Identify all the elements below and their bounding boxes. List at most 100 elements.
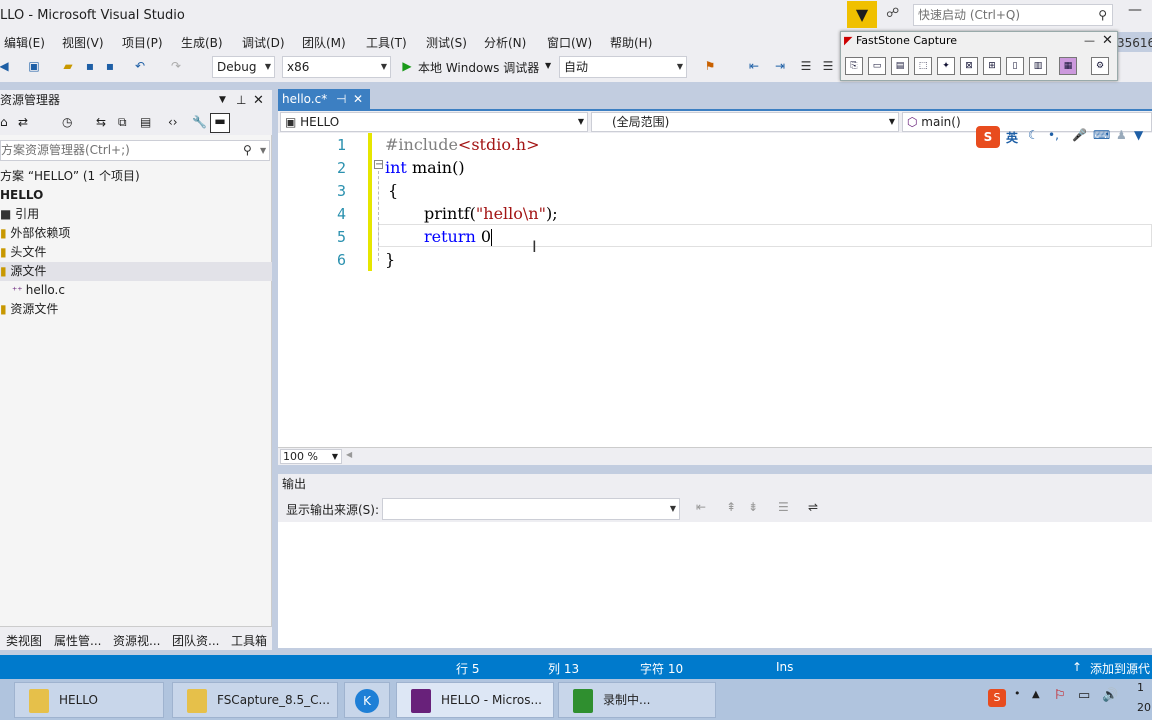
clock-time[interactable]: 1	[1137, 681, 1144, 694]
chevron-down-icon[interactable]: ▼	[260, 141, 266, 160]
chevron-down-icon[interactable]: ▼	[545, 61, 551, 70]
history-icon[interactable]: ◷	[62, 115, 72, 129]
minimize-icon[interactable]: —	[1084, 34, 1095, 47]
tree-item-solution[interactable]: 方案 “HELLO” (1 个项目)	[0, 167, 272, 186]
punctuation-icon[interactable]: •,	[1048, 128, 1059, 142]
flag-tray-icon[interactable]: ⚐	[1054, 688, 1066, 703]
pin-icon[interactable]: ⊣	[336, 89, 346, 109]
keyboard-icon[interactable]: ⌨	[1093, 128, 1110, 142]
tree-item-hello-c[interactable]: ⁺⁺ hello.c	[0, 281, 272, 300]
pin-icon[interactable]: ⊥	[236, 90, 246, 111]
menu-build[interactable]: 生成(B)	[181, 34, 223, 51]
menu-project[interactable]: 项目(P)	[122, 34, 163, 51]
tab-hello-c[interactable]: hello.c* ⊣ ✕	[278, 89, 370, 110]
open-icon[interactable]: ▰	[60, 58, 76, 74]
tab-class-view[interactable]: 类视图	[6, 632, 42, 649]
tab-properties[interactable]: 属性管...	[54, 632, 101, 649]
menu-edit[interactable]: 编辑(E)	[4, 34, 45, 51]
taskbar-item-fscapture-folder[interactable]: FSCapture_8.5_C...	[172, 682, 338, 718]
output-source-select[interactable]: ▼	[382, 498, 680, 520]
capture-scroll-icon[interactable]: ⊞	[983, 57, 1001, 75]
save-all-icon[interactable]: ▪	[102, 58, 118, 74]
taskbar-item-recorder[interactable]: 录制中...	[558, 682, 716, 718]
tree-item-external-deps[interactable]: ▮ 外部依赖项	[0, 224, 272, 243]
tab-resource-view[interactable]: 资源视...	[113, 632, 160, 649]
microphone-icon[interactable]: 🎤	[1072, 128, 1087, 142]
bookmark-icon[interactable]: ⇤	[746, 58, 762, 74]
word-wrap-icon[interactable]: ⇌	[808, 500, 818, 514]
debug-mode-select[interactable]: 自动 ▼	[559, 56, 687, 78]
close-icon[interactable]: ✕	[1102, 33, 1113, 48]
tree-item-references[interactable]: ■ 引用	[0, 205, 272, 224]
sogou-ime-icon[interactable]: S	[976, 126, 1000, 148]
uncomment-icon[interactable]: ☰	[820, 58, 836, 74]
start-debugger-button[interactable]: 本地 Windows 调试器	[418, 59, 539, 76]
user-icon[interactable]: ♟	[1116, 128, 1127, 142]
capture-open-icon[interactable]: ⎘	[845, 57, 863, 75]
collapse-icon[interactable]: ⧉	[118, 115, 127, 130]
menu-analyze[interactable]: 分析(N)	[484, 34, 526, 51]
network-icon[interactable]: ▭	[1078, 688, 1090, 703]
indent-icon[interactable]: ⇥	[772, 58, 788, 74]
sync-icon[interactable]: ⇄	[18, 115, 28, 129]
taskbar-item-visual-studio[interactable]: HELLO - Micros...	[396, 682, 554, 718]
redo-icon[interactable]: ↷	[168, 58, 184, 74]
clock-date[interactable]: 20	[1137, 701, 1151, 714]
menu-test[interactable]: 测试(S)	[426, 34, 467, 51]
chevron-down-icon[interactable]: ▼	[219, 90, 226, 111]
capture-rect-icon[interactable]: ⬚	[914, 57, 932, 75]
tab-toolbox[interactable]: 工具箱	[231, 632, 267, 649]
tab-team-explorer[interactable]: 团队资...	[172, 632, 219, 649]
properties-icon[interactable]: 🔧	[192, 115, 207, 129]
prev-message-icon[interactable]: ⇞	[726, 500, 736, 514]
taskbar-item-k-app[interactable]: K	[344, 682, 390, 718]
solution-search-input[interactable]: 方案资源管理器(Ctrl+;) ⚲ ▼	[0, 140, 270, 161]
taskbar-item-hello-folder[interactable]: HELLO	[14, 682, 164, 718]
collapse-icon[interactable]: −	[374, 160, 383, 170]
settings-icon[interactable]: ⚙	[1091, 57, 1109, 75]
tree-item-sources[interactable]: ▮ 源文件	[0, 262, 272, 281]
minimize-icon[interactable]: —	[1128, 2, 1142, 18]
platform-select[interactable]: x86 ▼	[282, 56, 391, 78]
show-all-icon[interactable]: ▤	[140, 115, 151, 129]
zoom-select[interactable]: 100 % ▼	[280, 449, 342, 464]
menu-debug[interactable]: 调试(D)	[242, 34, 285, 51]
volume-icon[interactable]: 🔊	[1102, 688, 1118, 703]
project-dropdown[interactable]: ▣ HELLO ▼	[280, 112, 588, 132]
close-icon[interactable]: ✕	[253, 90, 264, 111]
output-text-area[interactable]	[278, 522, 1152, 648]
tree-item-headers[interactable]: ▮ 头文件	[0, 243, 272, 262]
tray-dot-icon[interactable]: •	[1014, 687, 1021, 700]
notification-flag-icon[interactable]: ▼	[847, 1, 877, 28]
feedback-icon[interactable]: ☍	[886, 6, 899, 21]
ime-mode[interactable]: 英	[1006, 129, 1018, 146]
capture-fullscreen-icon[interactable]: ⊠	[960, 57, 978, 75]
moon-icon[interactable]: ☾	[1028, 128, 1039, 142]
menu-view[interactable]: 视图(V)	[62, 34, 104, 51]
refresh-icon[interactable]: ⇆	[96, 115, 106, 129]
sogou-tray-icon[interactable]: S	[988, 689, 1006, 707]
code-view-icon[interactable]: ‹›	[168, 115, 178, 129]
capture-fixed-icon[interactable]: ▯	[1006, 57, 1024, 75]
add-to-source-control-button[interactable]: 添加到源代	[1090, 660, 1150, 677]
play-icon[interactable]: ▶	[399, 58, 415, 74]
menu-tools[interactable]: 工具(T)	[366, 34, 407, 51]
next-message-icon[interactable]: ⇟	[748, 500, 758, 514]
capture-object-icon[interactable]: ▤	[891, 57, 909, 75]
menu-team[interactable]: 团队(M)	[302, 34, 346, 51]
home-icon[interactable]: ⌂	[0, 115, 8, 129]
skin-icon[interactable]: ▼	[1134, 128, 1143, 142]
comment-icon[interactable]: ☰	[798, 58, 814, 74]
menu-help[interactable]: 帮助(H)	[610, 34, 652, 51]
output-icon[interactable]: ▦	[1059, 57, 1077, 75]
capture-window-icon[interactable]: ▭	[868, 57, 886, 75]
find-message-icon[interactable]: ⇤	[696, 500, 706, 514]
capture-video-icon[interactable]: ▥	[1029, 57, 1047, 75]
menu-window[interactable]: 窗口(W)	[547, 34, 592, 51]
tray-expand-icon[interactable]: ▲	[1032, 689, 1040, 700]
save-icon[interactable]: ▪	[82, 58, 98, 74]
scroll-left-icon[interactable]: ◀	[346, 450, 352, 459]
preview-icon[interactable]: ▬	[210, 113, 230, 133]
tree-item-resources[interactable]: ▮ 资源文件	[0, 300, 272, 319]
undo-icon[interactable]: ↶	[132, 58, 148, 74]
